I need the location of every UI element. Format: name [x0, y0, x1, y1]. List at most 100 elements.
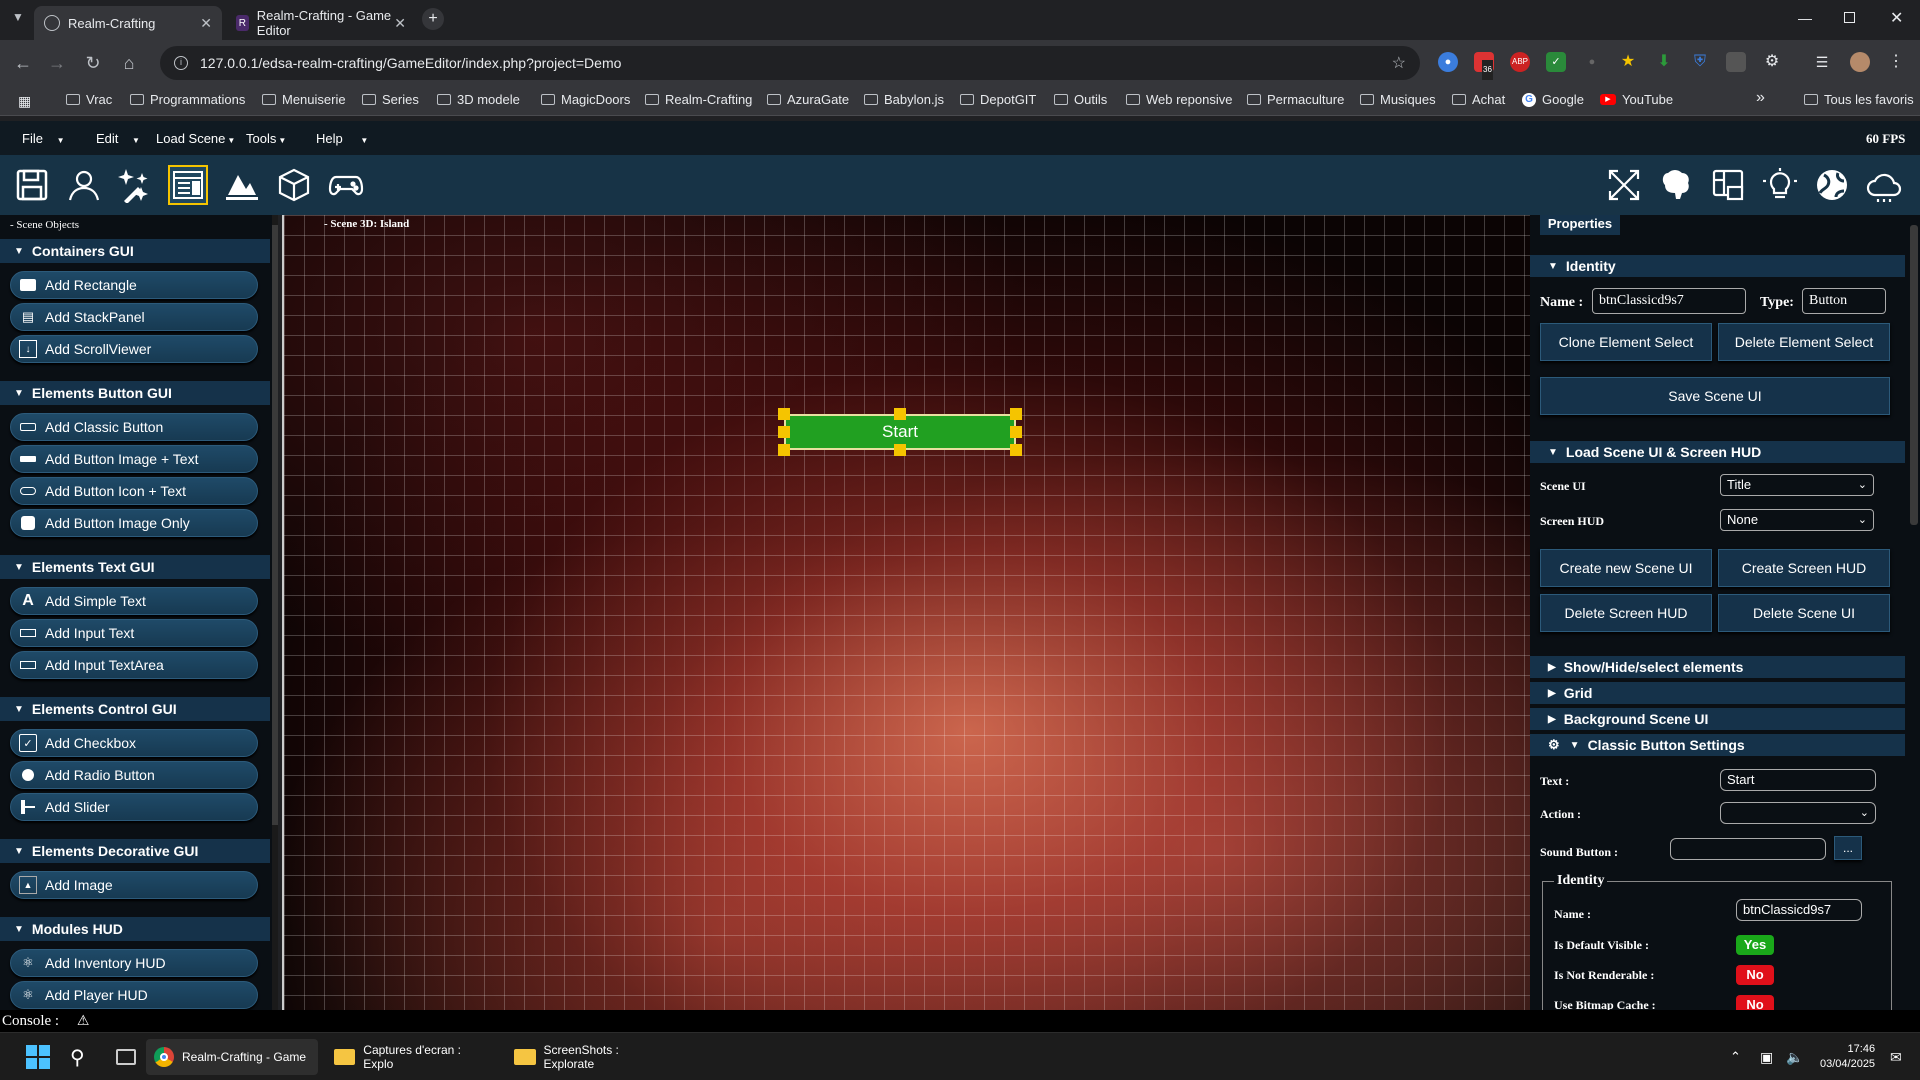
section-modules-hud[interactable]: ▼ Modules HUD — [0, 917, 270, 941]
resize-handle-bottom-left[interactable] — [778, 444, 790, 456]
bookmark-series[interactable]: Series — [362, 92, 419, 107]
menu-tools[interactable]: Tools ▼ — [246, 131, 286, 146]
all-bookmarks[interactable]: Tous les favoris — [1804, 92, 1914, 107]
browse-sound-button[interactable]: ... — [1834, 836, 1862, 860]
text-input[interactable]: Start — [1720, 769, 1876, 791]
add-button-image-only-button[interactable]: Add Button Image Only — [10, 509, 258, 537]
bookmark-vrac[interactable]: Vrac — [66, 92, 112, 107]
notifications-icon[interactable]: ✉ — [1882, 1039, 1910, 1075]
shield-green-icon[interactable]: ✓ — [1546, 52, 1566, 72]
menu-edit[interactable]: Edit ▼ — [96, 131, 140, 146]
shield-blue-icon[interactable]: ⛨ — [1690, 52, 1710, 72]
section-grid[interactable]: ▶ Grid — [1530, 682, 1905, 704]
sub-name-input[interactable]: btnClassicd9s7 — [1736, 899, 1862, 921]
name-input[interactable]: btnClassicd9s7 — [1592, 288, 1746, 314]
resize-handle-bottom[interactable] — [894, 444, 906, 456]
site-info-icon[interactable]: i — [174, 56, 188, 70]
tab-game-editor[interactable]: R Realm-Crafting - Game Editor ✕ — [226, 6, 416, 40]
section-load-scene-ui[interactable]: ▼ Load Scene UI & Screen HUD — [1530, 441, 1905, 463]
add-stackpanel-button[interactable]: ▤ Add StackPanel — [10, 303, 258, 331]
section-background-scene-ui[interactable]: ▶ Background Scene UI — [1530, 708, 1905, 730]
bookmark-achat[interactable]: Achat — [1452, 92, 1505, 107]
save-scene-ui-button[interactable]: Save Scene UI — [1540, 377, 1890, 415]
cloud-icon[interactable] — [1864, 165, 1904, 205]
is-not-renderable-toggle[interactable]: No — [1736, 965, 1774, 985]
add-rectangle-button[interactable]: Add Rectangle — [10, 271, 258, 299]
gui-editor-icon[interactable] — [168, 165, 208, 205]
screen-hud-select[interactable]: None ⌄ — [1720, 509, 1874, 531]
section-classic-button-settings[interactable]: ⚙ ▼ Classic Button Settings — [1530, 734, 1905, 756]
section-containers-gui[interactable]: ▼ Containers GUI — [0, 239, 270, 263]
download-green-icon[interactable]: ⬇ — [1654, 52, 1674, 72]
volume-icon[interactable]: 🔈 — [1778, 1039, 1811, 1075]
light-icon[interactable] — [1760, 165, 1800, 205]
create-screen-hud-button[interactable]: Create Screen HUD — [1718, 549, 1890, 587]
extension-dark-icon[interactable]: ● — [1582, 52, 1602, 72]
tray-chevron-icon[interactable]: ⌃ — [1722, 1039, 1749, 1075]
bookmark-star-icon[interactable]: ☆ — [1392, 53, 1406, 73]
right-panel-scrollbar[interactable] — [1910, 225, 1918, 525]
add-inventory-hud-button[interactable]: ⚛ Add Inventory HUD — [10, 949, 258, 977]
clone-element-button[interactable]: Clone Element Select — [1540, 323, 1712, 361]
delete-scene-ui-button[interactable]: Delete Scene UI — [1718, 594, 1890, 632]
add-player-hud-button[interactable]: ⚛ Add Player HUD — [10, 981, 258, 1009]
taskbar-explorer-2[interactable]: ScreenShots : Explorate — [506, 1039, 678, 1075]
bookmark-azuragate[interactable]: AzuraGate — [767, 92, 849, 107]
save-icon[interactable] — [12, 165, 52, 205]
tab-properties[interactable]: Properties — [1540, 215, 1620, 235]
resize-handle-top-right[interactable] — [1010, 408, 1022, 420]
network-icon[interactable]: ▣ — [1752, 1039, 1781, 1075]
reload-icon[interactable]: ↻ — [80, 50, 106, 76]
gear-icon[interactable]: ⚙ — [1548, 737, 1560, 753]
action-select[interactable]: ⌄ — [1720, 802, 1876, 824]
extension-blue-icon[interactable]: ● — [1438, 52, 1458, 72]
puzzle-extensions-icon[interactable]: ⚙ — [1762, 52, 1782, 72]
apps-grid-icon[interactable]: ▦ — [18, 93, 31, 110]
add-classic-button-button[interactable]: Add Classic Button — [10, 413, 258, 441]
is-default-visible-toggle[interactable]: Yes — [1736, 935, 1774, 955]
add-simple-text-button[interactable]: A Add Simple Text — [10, 587, 258, 615]
close-tab-icon[interactable]: ✕ — [394, 15, 406, 32]
add-input-textarea-button[interactable]: Add Input TextArea — [10, 651, 258, 679]
add-checkbox-button[interactable]: ✓ Add Checkbox — [10, 729, 258, 757]
add-button-image-text-button[interactable]: Add Button Image + Text — [10, 445, 258, 473]
resize-handle-bottom-right[interactable] — [1010, 444, 1022, 456]
back-icon[interactable]: ← — [10, 50, 36, 76]
type-input[interactable]: Button — [1802, 288, 1886, 314]
fullscreen-icon[interactable] — [1604, 165, 1644, 205]
cube-icon[interactable] — [274, 165, 314, 205]
star-extension-icon[interactable]: ★ — [1618, 52, 1638, 72]
url-input[interactable]: i 127.0.0.1/edsa-realm-crafting/GameEdit… — [160, 46, 1420, 80]
bookmark-3d-modele[interactable]: 3D modele — [437, 92, 520, 107]
bookmark-permaculture[interactable]: Permaculture — [1247, 92, 1344, 107]
add-scrollviewer-button[interactable]: ↓ Add ScrollViewer — [10, 335, 258, 363]
bookmarks-more[interactable]: » — [1756, 89, 1765, 107]
resize-handle-left[interactable] — [778, 426, 790, 438]
section-elements-text-gui[interactable]: ▼ Elements Text GUI — [0, 555, 270, 579]
menu-file[interactable]: File ▼ — [22, 131, 65, 146]
bookmark-google[interactable]: G Google — [1522, 92, 1584, 107]
media-queue-icon[interactable]: ☰ — [1812, 52, 1832, 72]
warning-icon[interactable]: ⚠ — [77, 1014, 90, 1029]
bookmark-depotgit[interactable]: DepotGIT — [960, 92, 1036, 107]
taskbar-chrome[interactable]: Realm-Crafting - Game — [146, 1039, 318, 1075]
user-icon[interactable] — [64, 165, 104, 205]
restore-icon[interactable] — [1844, 12, 1855, 23]
terrain-icon[interactable] — [222, 165, 262, 205]
new-tab-icon[interactable]: + — [422, 8, 444, 30]
close-window-icon[interactable]: ✕ — [1890, 8, 1903, 28]
lock-extension-icon[interactable] — [1726, 52, 1746, 72]
clock[interactable]: 17:46 03/04/2025 — [1812, 1039, 1883, 1075]
close-tab-icon[interactable]: ✕ — [200, 15, 212, 32]
bookmark-musiques[interactable]: Musiques — [1360, 92, 1436, 107]
bookmark-menuiserie[interactable]: Menuiserie — [262, 92, 346, 107]
section-elements-control-gui[interactable]: ▼ Elements Control GUI — [0, 697, 270, 721]
brain-icon[interactable] — [1656, 165, 1696, 205]
bookmark-youtube[interactable]: ▶ YouTube — [1600, 92, 1673, 107]
add-button-icon-text-button[interactable]: Add Button Icon + Text — [10, 477, 258, 505]
add-radio-button-button[interactable]: Add Radio Button — [10, 761, 258, 789]
bookmark-web-reponsive[interactable]: Web reponsive — [1126, 92, 1232, 107]
use-bitmap-cache-toggle[interactable]: No — [1736, 995, 1774, 1010]
resize-handle-right[interactable] — [1010, 426, 1022, 438]
home-icon[interactable]: ⌂ — [116, 50, 142, 76]
